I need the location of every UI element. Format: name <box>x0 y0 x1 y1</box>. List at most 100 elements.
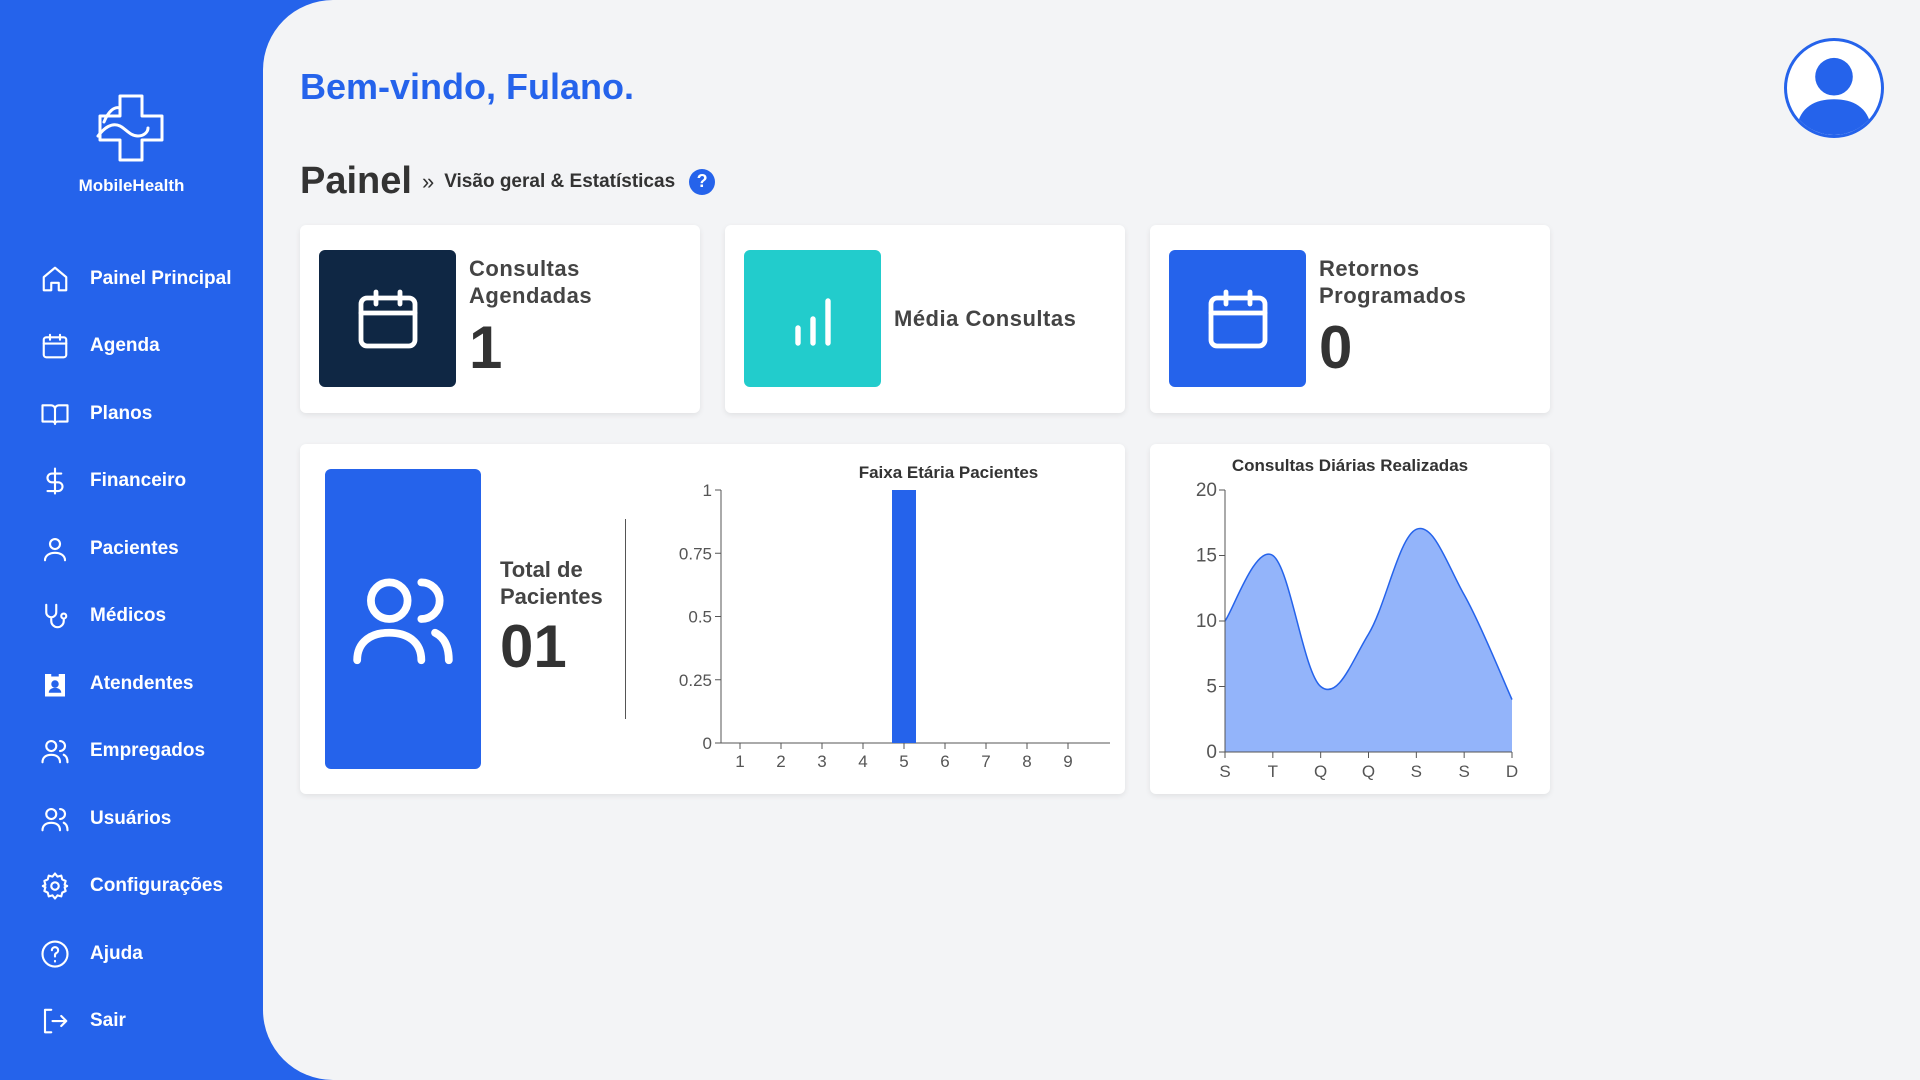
sidebar-item-medicos[interactable]: Médicos <box>0 583 263 651</box>
sidebar-item-label: Empregados <box>90 740 206 762</box>
welcome-message: Bem-vindo, Fulano. <box>300 66 635 107</box>
sidebar-item-ajuda[interactable]: Ajuda <box>0 920 263 988</box>
y-tick-label: 0.5 <box>688 608 712 627</box>
x-tick-label: T <box>1268 762 1278 781</box>
patients-label-line2: Pacientes <box>500 584 603 609</box>
patients-card: Total de Pacientes 01 Faixa Etária Pacie… <box>300 444 1125 794</box>
retornos-icon-box <box>1169 250 1306 387</box>
x-tick-label: 6 <box>940 752 949 771</box>
x-tick-label: 5 <box>899 752 908 771</box>
retornos-programados-card: Retornos Programados 0 <box>1150 225 1550 413</box>
media-consultas-card: Média Consultas <box>725 225 1125 413</box>
x-tick-label: S <box>1219 762 1230 781</box>
x-tick-label: S <box>1411 762 1422 781</box>
badge-icon <box>40 669 70 699</box>
area-fill <box>1225 528 1512 752</box>
chart-title: Consultas Diárias Realizadas <box>1232 456 1468 475</box>
patients-value: 01 <box>500 613 567 680</box>
user-avatar-icon <box>1796 57 1872 135</box>
dollar-icon <box>40 466 70 496</box>
x-tick-label: 2 <box>776 752 785 771</box>
sidebar-item-sair[interactable]: Sair <box>0 988 263 1056</box>
sidebar-item-planos[interactable]: Planos <box>0 380 263 448</box>
sidebar-item-agenda[interactable]: Agenda <box>0 313 263 381</box>
sidebar: MobileHealth Painel Principal Agenda Pla… <box>0 0 263 1080</box>
sidebar-item-usuarios[interactable]: Usuários <box>0 785 263 853</box>
sidebar-item-label: Financeiro <box>90 470 187 492</box>
x-tick-label: D <box>1506 762 1518 781</box>
x-tick-label: Q <box>1362 762 1375 781</box>
patients-icon-box <box>325 469 481 769</box>
sidebar-item-label: Pacientes <box>90 537 179 559</box>
consultas-icon-box <box>319 250 456 387</box>
sidebar-item-label: Painel Principal <box>90 267 232 289</box>
y-tick-label: 0 <box>703 734 712 753</box>
retornos-value: 0 <box>1319 314 1353 381</box>
avatar[interactable] <box>1784 38 1884 138</box>
y-tick-label: 15 <box>1196 546 1217 567</box>
page-title: Painel <box>300 160 412 202</box>
sidebar-item-financeiro[interactable]: Financeiro <box>0 448 263 516</box>
sidebar-item-atendentes[interactable]: Atendentes <box>0 650 263 718</box>
retornos-label-line1: Retornos <box>1319 256 1420 281</box>
logo-icon <box>96 94 163 162</box>
bar-chart-icon <box>794 297 831 346</box>
age-range-chart: Faixa Etária Pacientes 0 0.25 0.5 0.75 1 1 2 3 4 5… <box>679 463 1110 771</box>
media-label: Média Consultas <box>894 306 1077 331</box>
daily-consultations-card: Consultas Diárias Realizadas 0 5 10 15 20 S T Q Q… <box>1150 444 1550 794</box>
x-tick-label: 9 <box>1063 752 1072 771</box>
users-icon <box>40 736 70 766</box>
bar <box>892 490 916 743</box>
patients-label-line1: Total de <box>500 557 583 582</box>
sidebar-item-configuracoes[interactable]: Configurações <box>0 853 263 921</box>
x-tick-label: Q <box>1314 762 1327 781</box>
brand-name: MobileHealth <box>78 176 185 195</box>
sidebar-nav: Painel Principal Agenda Planos Financeir… <box>0 245 263 1055</box>
user-icon <box>40 534 70 564</box>
consultas-label-line2: Agendadas <box>469 283 593 308</box>
sidebar-item-label: Ajuda <box>90 942 143 964</box>
sidebar-item-label: Atendentes <box>90 672 194 694</box>
book-icon <box>40 399 70 429</box>
chart-title: Faixa Etária Pacientes <box>859 463 1039 482</box>
sidebar-item-label: Planos <box>90 402 153 424</box>
x-tick-label: 7 <box>981 752 990 771</box>
sidebar-item-painel-principal[interactable]: Painel Principal <box>0 245 263 313</box>
x-tick-label: 4 <box>858 752 867 771</box>
home-icon <box>40 264 70 294</box>
patients-divider <box>625 519 626 719</box>
y-tick-label: 0.25 <box>679 671 712 690</box>
help-icon <box>40 939 70 969</box>
y-tick-label: 1 <box>703 481 712 500</box>
x-tick-label: S <box>1458 762 1469 781</box>
stethoscope-icon <box>40 601 70 631</box>
sidebar-item-label: Médicos <box>90 605 167 627</box>
breadcrumb-separator: » <box>421 168 435 194</box>
main-content: Bem-vindo, Fulano. Painel » Visão geral … <box>263 0 1920 1080</box>
gear-icon <box>40 871 70 901</box>
x-tick-label: 8 <box>1022 752 1031 771</box>
logout-icon <box>40 1006 70 1036</box>
calendar-icon <box>358 289 417 348</box>
consultas-agendadas-card: Consultas Agendadas 1 <box>300 225 700 413</box>
sidebar-item-label: Configurações <box>90 875 224 897</box>
sidebar-item-empregados[interactable]: Empregados <box>0 718 263 786</box>
y-tick-label: 10 <box>1196 611 1217 632</box>
y-tick-label: 5 <box>1206 677 1217 698</box>
y-tick-label: 0.75 <box>679 544 712 563</box>
users-icon <box>353 578 453 665</box>
consultas-label-line1: Consultas <box>469 256 580 281</box>
sidebar-item-label: Sair <box>90 1010 126 1032</box>
users-icon <box>40 804 70 834</box>
help-button[interactable]: ? <box>689 168 716 195</box>
x-tick-label: 1 <box>735 752 744 771</box>
consultas-value: 1 <box>469 314 503 381</box>
sidebar-item-pacientes[interactable]: Pacientes <box>0 515 263 583</box>
patients-label: Total de Pacientes <box>500 556 603 610</box>
retornos-label-line2: Programados <box>1319 283 1467 308</box>
sidebar-item-label: Agenda <box>90 335 160 357</box>
calendar-icon <box>40 331 70 361</box>
calendar-icon <box>1208 289 1267 348</box>
y-tick-label: 20 <box>1196 480 1217 501</box>
sidebar-item-label: Usuários <box>90 807 172 829</box>
